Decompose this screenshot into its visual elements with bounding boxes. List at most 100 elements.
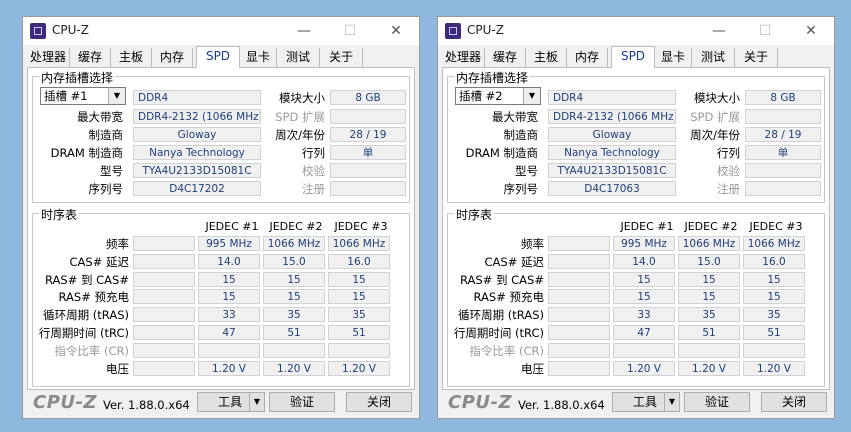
timing-blank-cell — [548, 271, 610, 287]
jedec-1-header: JEDEC #1 — [620, 220, 674, 233]
spd-panel: 内存插槽选择 插槽 #1 ▼ DDR4 模块大小 8 GB 最大带宽 DDR4-… — [27, 67, 415, 390]
timing-value-cell: 15.0 — [263, 253, 325, 269]
timing-value-cell: 1066 MHz — [328, 236, 390, 251]
tab-bench[interactable]: 测试 — [692, 48, 735, 67]
timing-blank-cell — [548, 342, 610, 358]
timing-value-cell: 15 — [263, 289, 325, 305]
tab-caches[interactable]: 缓存 — [70, 48, 111, 67]
tab-graphics[interactable]: 显卡 — [655, 48, 692, 67]
timing-row-label: 行周期时间 (tRC) — [38, 326, 129, 340]
slot-select[interactable]: 插槽 #1 ▼ — [40, 87, 126, 105]
timing-value-cell — [743, 342, 805, 358]
validate-button[interactable]: 验证 — [269, 392, 335, 412]
timing-blank-cell — [133, 289, 195, 305]
timing-value-cell: 51 — [328, 325, 390, 340]
timing-value-cell: 33 — [613, 307, 675, 323]
timing-value-cell: 15 — [678, 271, 740, 287]
tab-memory[interactable]: 内存 — [567, 48, 608, 67]
timing-value-cell: 15 — [198, 289, 260, 305]
timing-value-cell: 14.0 — [613, 253, 675, 269]
jedec-3-header: JEDEC #3 — [749, 220, 803, 233]
timing-value-cell — [263, 342, 325, 358]
timing-value-cell: 995 MHz — [198, 236, 260, 251]
tools-dropdown-icon[interactable]: ▼ — [664, 392, 680, 412]
part-number-label: 型号 — [515, 164, 538, 178]
serial-label: 序列号 — [503, 182, 539, 196]
timing-value-cell: 15.0 — [678, 253, 740, 269]
registered-label: 注册 — [717, 182, 740, 196]
window-title: CPU-Z — [52, 23, 89, 37]
timing-value-cell: 15 — [743, 271, 805, 287]
timing-blank-cell — [548, 307, 610, 323]
tab-memory[interactable]: 内存 — [152, 48, 193, 67]
chevron-down-icon[interactable]: ▼ — [108, 88, 125, 104]
timing-blank-cell — [133, 253, 195, 269]
cpuz-window-1: CPU-Z — ☐ ✕ 处理器 缓存 主板 内存 SPD 显卡 测试 关于 内存… — [22, 16, 420, 419]
timing-row-label: 指令比率 (CR) — [469, 343, 544, 358]
module-size-field: 8 GB — [745, 90, 821, 105]
minimize-icon[interactable]: — — [281, 17, 327, 45]
module-size-field: 8 GB — [330, 90, 406, 105]
timing-value-cell: 15 — [613, 271, 675, 287]
timing-value-cell: 33 — [198, 307, 260, 323]
close-icon[interactable]: ✕ — [373, 17, 419, 45]
chevron-down-icon[interactable]: ▼ — [523, 88, 540, 104]
timing-value-cell — [198, 342, 260, 358]
slot-select[interactable]: 插槽 #2 ▼ — [455, 87, 541, 105]
timing-value-cell: 16.0 — [328, 253, 390, 269]
tab-graphics[interactable]: 显卡 — [240, 48, 277, 67]
tab-cpu[interactable]: 处理器 — [27, 48, 70, 67]
version-text: Ver. 1.88.0.x64 — [103, 398, 190, 412]
validate-button[interactable]: 验证 — [684, 392, 750, 412]
minimize-icon[interactable]: — — [696, 17, 742, 45]
tab-mainboard[interactable]: 主板 — [526, 48, 567, 67]
manufacturer-field: Gloway — [133, 127, 261, 142]
timing-value-cell: 1066 MHz — [263, 236, 325, 251]
correction-label: 校验 — [717, 164, 740, 178]
timing-value-cell: 15 — [678, 289, 740, 305]
tab-caches[interactable]: 缓存 — [485, 48, 526, 67]
timing-blank-cell — [548, 253, 610, 269]
timing-row-label: 频率 — [106, 237, 129, 251]
timing-blank-cell — [133, 271, 195, 287]
close-button[interactable]: 关闭 — [346, 392, 412, 412]
tab-bar: 处理器 缓存 主板 内存 SPD 显卡 测试 关于 — [23, 45, 419, 68]
registered-label: 注册 — [302, 182, 325, 196]
title-bar: CPU-Z — ☐ ✕ — [23, 17, 419, 45]
jedec-1-header: JEDEC #1 — [205, 220, 259, 233]
module-size-label: 模块大小 — [279, 91, 325, 105]
tab-about[interactable]: 关于 — [735, 48, 778, 67]
memory-type-field: DDR4 — [548, 90, 676, 105]
tab-about[interactable]: 关于 — [320, 48, 363, 67]
timing-value-cell: 15 — [198, 271, 260, 287]
tools-dropdown-icon[interactable]: ▼ — [249, 392, 265, 412]
week-year-field: 28 / 19 — [745, 127, 821, 142]
tab-spd[interactable]: SPD — [196, 46, 240, 68]
week-year-field: 28 / 19 — [330, 127, 406, 142]
jedec-2-header: JEDEC #2 — [684, 220, 738, 233]
tab-spd[interactable]: SPD — [611, 46, 655, 68]
week-year-label: 周次/年份 — [690, 128, 740, 142]
timing-value-cell: 1.20 V — [198, 360, 260, 376]
spd-ext-label: SPD 扩展 — [275, 110, 325, 124]
tab-mainboard[interactable]: 主板 — [111, 48, 152, 67]
timing-blank-cell — [133, 342, 195, 358]
ranks-label: 行列 — [717, 146, 740, 160]
maximize-icon[interactable]: ☐ — [742, 17, 788, 45]
serial-field: D4C17202 — [133, 181, 261, 196]
timing-value-cell: 1.20 V — [613, 360, 675, 376]
timing-value-cell: 15 — [263, 271, 325, 287]
slot-select-value: 插槽 #2 — [459, 89, 503, 103]
timing-value-cell — [678, 342, 740, 358]
tab-cpu[interactable]: 处理器 — [442, 48, 485, 67]
timings-title: 时序表 — [39, 206, 80, 223]
close-icon[interactable]: ✕ — [788, 17, 834, 45]
maximize-icon[interactable]: ☐ — [327, 17, 373, 45]
close-button[interactable]: 关闭 — [761, 392, 827, 412]
tab-bench[interactable]: 测试 — [277, 48, 320, 67]
timing-value-cell: 1.20 V — [263, 360, 325, 376]
cpuz-logo: CPU-Z — [448, 392, 513, 413]
timing-blank-cell — [548, 236, 610, 251]
timing-value-cell: 995 MHz — [613, 236, 675, 251]
memory-type-field: DDR4 — [133, 90, 261, 105]
